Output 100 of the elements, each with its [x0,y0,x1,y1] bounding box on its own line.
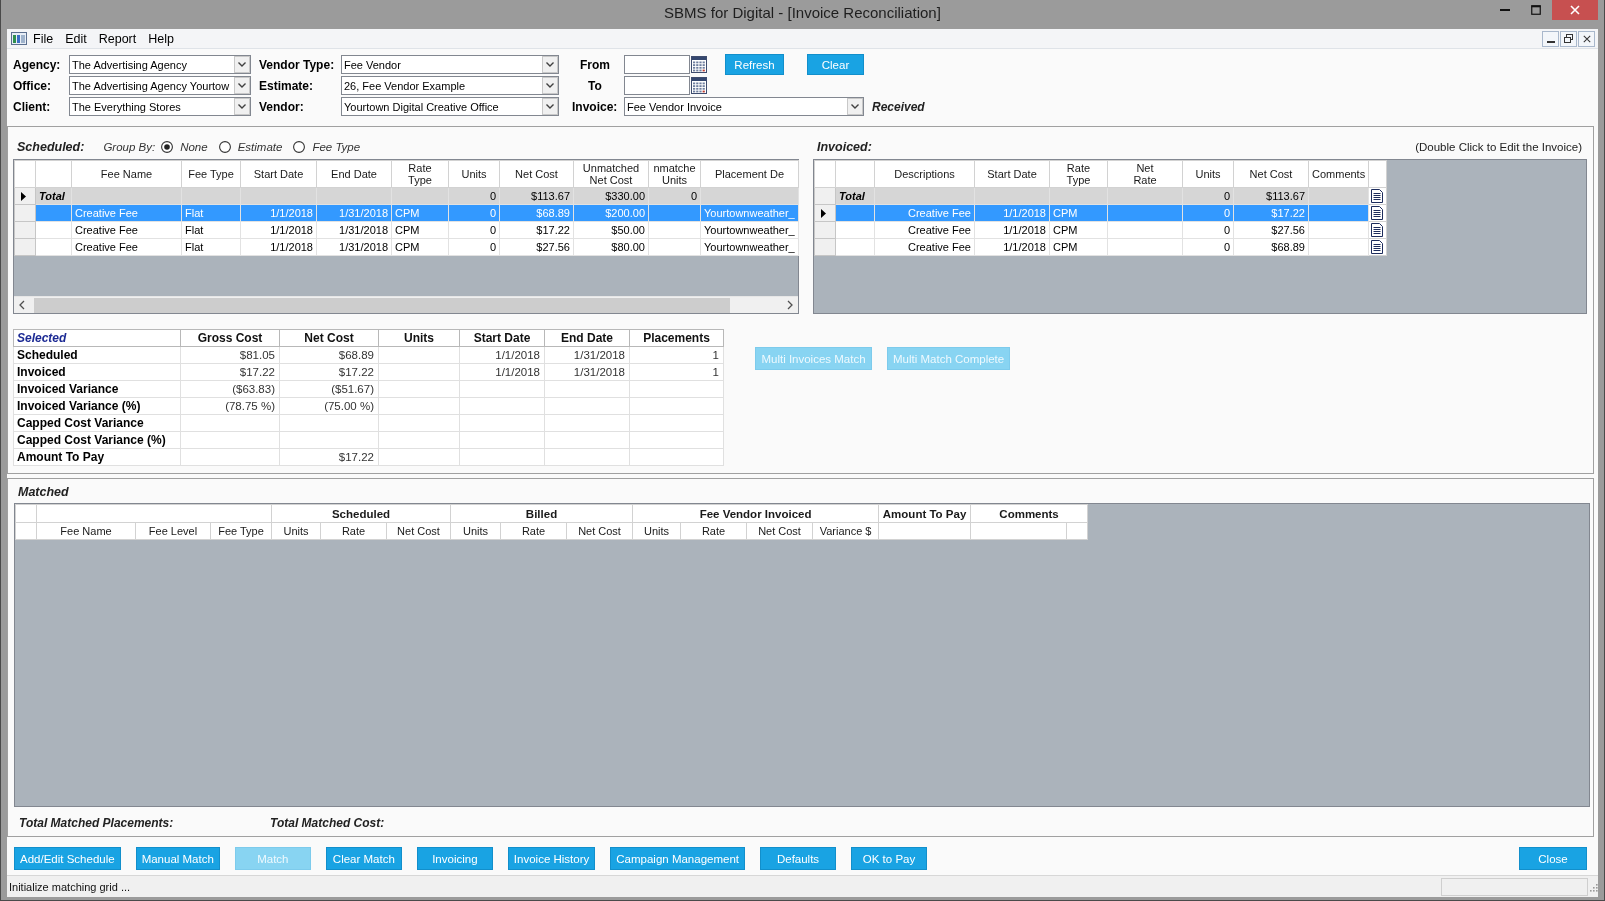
chevron-down-icon[interactable] [542,56,558,73]
table-cell: $68.89 [279,346,379,364]
table-cell: 1/1/2018 [974,221,1050,239]
menu-item[interactable]: Report [92,29,143,48]
column-header[interactable]: Placement De [700,160,799,188]
column-header[interactable]: Net Cost [1233,160,1309,188]
radio-option[interactable]: Fee Type [293,141,361,153]
table-cell: Creative Fee [874,238,975,256]
window-title: SBMS for Digital - [Invoice Reconciliation] [664,3,941,23]
column-header[interactable]: Units [448,160,500,188]
row-label: Capped Cost Variance [13,414,181,432]
restore-icon [1564,34,1573,43]
column-header[interactable]: Unmatched Net Cost [573,160,649,188]
column-header[interactable]: Units [1182,160,1234,188]
table-cell: 1/1/2018 [240,238,317,256]
column-group-header: Billed [450,504,633,523]
minimize-button[interactable] [1542,30,1559,47]
total-cell: $113.67 [499,187,574,205]
radio-option[interactable]: Estimate [218,141,283,153]
radio-icon[interactable] [293,141,306,153]
table-cell: 1/31/2018 [544,363,630,381]
scrollbar-thumb[interactable] [34,297,730,313]
column-header: Units [378,329,460,347]
field-label: Vendor: [259,99,304,114]
table-cell: $200.00 [573,204,649,222]
table-cell: CPM [1049,221,1108,239]
table-cell: 0 [448,204,500,222]
date-field[interactable] [624,55,690,74]
column-header[interactable]: Start Date [240,160,317,188]
menu-item[interactable]: File [27,29,60,48]
calendar-icon[interactable] [691,56,707,73]
column-header[interactable]: Fee Name [71,160,182,188]
column-header[interactable]: Rate Type [1049,160,1108,188]
column-header[interactable]: Comments [1308,160,1369,188]
close-button[interactable] [1578,30,1595,47]
status-text: Initialize matching grid ... [9,880,131,893]
table-cell: 1/31/2018 [316,204,392,222]
hint-text: (Double Click to Edit the Invoice) [1415,141,1582,153]
document-icon[interactable] [1371,240,1383,254]
dropdown-field[interactable]: The Advertising Agency Yourtow [69,76,251,95]
restore-button[interactable] [1560,30,1577,47]
table-cell: 0 [448,221,500,239]
radio-icon[interactable] [218,141,231,153]
field-label: Estimate: [259,78,314,93]
table-cell: $17.22 [279,448,379,466]
dropdown-field[interactable]: Fee Vendor [341,55,559,74]
field-label: Invoice: [572,99,618,114]
column-header[interactable]: End Date [316,160,392,188]
radio-icon[interactable] [161,141,174,153]
calendar-icon[interactable] [691,77,707,94]
column-header: Net Cost [279,329,379,347]
column-header[interactable]: Fee Type [181,160,241,188]
dropdown-field[interactable]: The Advertising Agency [69,55,251,74]
table-cell: Flat [181,204,241,222]
dropdown-field[interactable]: Yourtown Digital Creative Office [341,97,559,116]
document-icon[interactable] [1371,206,1383,220]
column-header: Selected [13,329,181,347]
column-header[interactable]: Descriptions [874,160,975,188]
table-cell: 1/1/2018 [974,238,1050,256]
chevron-down-icon[interactable] [234,77,250,94]
table-cell: $27.56 [1233,221,1309,239]
column-header[interactable]: Net Rate [1107,160,1183,188]
dropdown-field[interactable]: 26, Fee Vendor Example [341,76,559,95]
table-cell: $68.89 [1233,238,1309,256]
chevron-down-icon[interactable] [847,98,863,115]
table-cell: 1/31/2018 [316,238,392,256]
menu-item[interactable]: Help [142,29,180,48]
table-cell: Flat [181,221,241,239]
maximize-icon [1530,5,1541,15]
row-label: Invoiced Variance [13,380,181,398]
field-label: To [588,78,602,93]
date-field[interactable] [624,76,690,95]
table-cell: $68.89 [499,204,574,222]
table-cell: Creative Fee [71,204,182,222]
column-header[interactable]: Start Date [974,160,1050,188]
app-icon[interactable] [11,32,27,45]
total-cell: 0 [1182,187,1234,205]
close-icon [1570,5,1580,15]
chevron-down-icon[interactable] [542,98,558,115]
total-label: Total [835,187,875,205]
column-header[interactable]: Rate Type [391,160,449,188]
column-header[interactable]: Net Cost [499,160,574,188]
row-label: Scheduled [13,346,181,364]
chevron-down-icon[interactable] [234,98,250,115]
table-cell: $50.00 [573,221,649,239]
column-header: Placements [629,329,724,347]
total-label: Total Matched Placements: [19,815,174,830]
group-by-label: Group By: [103,141,156,153]
dropdown-field[interactable]: Fee Vendor Invoice [624,97,864,116]
dropdown-field[interactable]: The Everything Stores [69,97,251,116]
horizontal-scrollbar[interactable] [14,296,798,313]
section-title: Invoiced: [817,140,872,154]
document-icon[interactable] [1371,223,1383,237]
column-header[interactable]: nmatche Units [648,160,701,188]
chevron-down-icon[interactable] [234,56,250,73]
resize-grip-icon[interactable] [1588,881,1598,892]
section-title: Scheduled: [17,140,85,154]
menu-item[interactable]: Edit [59,29,93,48]
radio-option[interactable]: None [161,141,208,153]
chevron-down-icon[interactable] [542,77,558,94]
